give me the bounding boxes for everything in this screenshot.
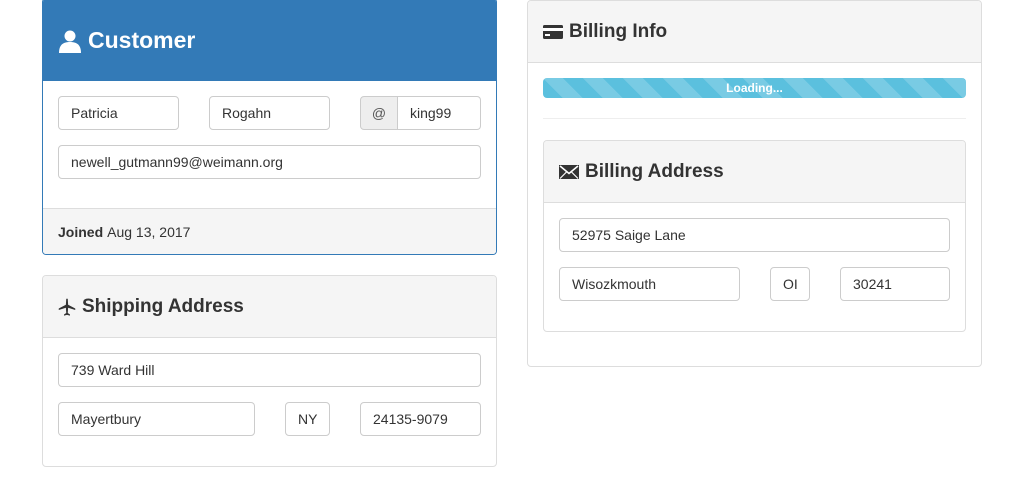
plane-icon [58,298,76,316]
shipping-city-input[interactable]: Mayertbury [58,402,255,436]
billing-state-input[interactable]: OI [770,267,810,301]
loading-progress: Loading... [543,78,966,98]
username-addon: @ [360,96,398,130]
customer-title: Customer [88,27,196,53]
shipping-panel-heading: Shipping Address [43,276,496,338]
joined-label: Joined [58,223,104,240]
shipping-panel: Shipping Address 739 Ward Hill Mayertbur… [42,275,497,467]
email-input[interactable]: newell_gutmann99@weimann.org [58,145,481,179]
customer-panel-heading: Customer [43,0,496,81]
shipping-street-input[interactable]: 739 Ward Hill [58,353,481,387]
billing-panel: Billing Info Loading... Billing Address … [527,0,982,367]
credit-card-icon [543,24,563,40]
username-input-group: @ king99 [360,96,481,130]
customer-panel-footer: Joined Aug 13, 2017 [43,208,496,254]
envelope-icon [559,164,579,180]
shipping-title: Shipping Address [82,295,244,317]
billing-city-input[interactable]: Wisozkmouth [559,267,740,301]
user-icon [58,29,82,53]
username-input[interactable]: king99 [398,96,481,130]
shipping-zip-input[interactable]: 24135-9079 [360,402,481,436]
billing-address-panel: Billing Address 52975 Saige Lane Wisozkm… [543,140,966,332]
last-name-input[interactable]: Rogahn [209,96,330,130]
billing-address-title: Billing Address [585,160,724,182]
shipping-state-input[interactable]: NY [285,402,330,436]
loading-progress-bar: Loading... [543,78,966,98]
billing-address-panel-heading: Billing Address [544,141,965,203]
billing-title: Billing Info [569,20,668,42]
divider [543,118,966,119]
billing-panel-heading: Billing Info [528,1,981,63]
billing-street-input[interactable]: 52975 Saige Lane [559,218,950,252]
joined-date: Aug 13, 2017 [107,223,191,240]
first-name-input[interactable]: Patricia [58,96,179,130]
billing-zip-input[interactable]: 30241 [840,267,950,301]
customer-panel: Customer Patricia Rogahn @ king99 newell… [42,0,497,255]
